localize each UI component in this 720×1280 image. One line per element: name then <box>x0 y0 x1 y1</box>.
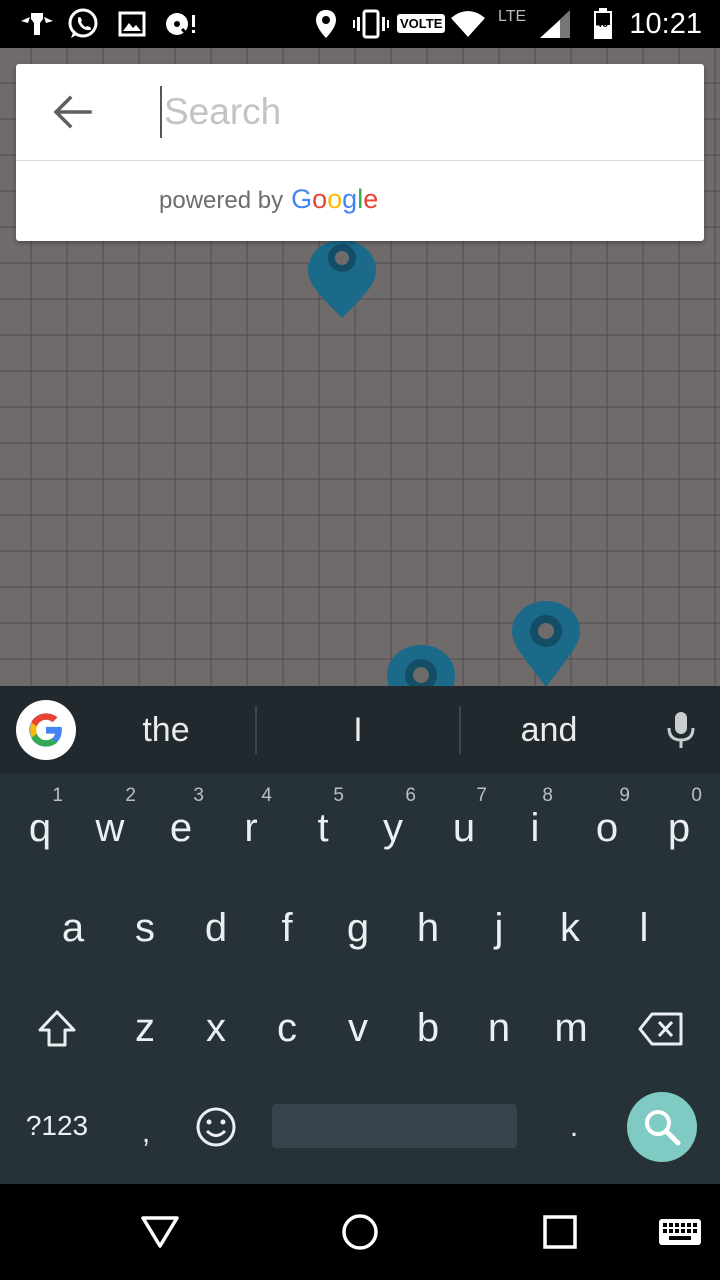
search-input[interactable] <box>160 86 684 138</box>
clock: 10:21 <box>629 8 702 40</box>
microphone-icon[interactable] <box>664 710 698 750</box>
status-bar: VOLTE LTE 40 10:21 <box>0 0 720 48</box>
key-h[interactable]: h <box>413 908 443 948</box>
map-pin-icon[interactable] <box>509 599 583 686</box>
location-icon <box>314 8 338 40</box>
network-type: LTE <box>498 8 527 25</box>
key-k[interactable]: k <box>555 908 585 948</box>
key-p[interactable]: p0 <box>664 786 702 848</box>
map-pin-icon[interactable] <box>384 643 458 686</box>
battery-level: 40 <box>596 18 609 30</box>
music-icon <box>162 8 198 40</box>
gallery-icon <box>118 8 146 40</box>
suggestion-2[interactable]: I <box>257 686 459 774</box>
whatsapp-icon <box>66 8 100 40</box>
key-e[interactable]: e3 <box>166 786 204 848</box>
suggestion-strip: the I and <box>0 686 720 774</box>
key-g[interactable]: g <box>343 908 373 948</box>
shift-icon[interactable] <box>36 1008 78 1050</box>
recents-icon[interactable] <box>541 1212 579 1252</box>
key-u[interactable]: u7 <box>449 786 487 848</box>
key-j[interactable]: j <box>489 908 509 948</box>
emoji-icon[interactable] <box>195 1106 237 1148</box>
key-c[interactable]: c <box>272 1008 302 1048</box>
usb-debug-icon <box>18 8 56 40</box>
wifi-icon <box>450 8 486 40</box>
key-n[interactable]: n <box>484 1008 514 1048</box>
space-bar[interactable] <box>272 1104 517 1148</box>
key-m[interactable]: m <box>551 1008 591 1048</box>
key-o[interactable]: o9 <box>592 786 630 848</box>
key-r[interactable]: r4 <box>238 786 272 848</box>
back-arrow-icon[interactable] <box>50 92 94 132</box>
soft-keyboard: the I and q1 w2 e3 r4 t5 y6 u7 i8 o9 p0 … <box>0 686 720 1184</box>
key-t[interactable]: t5 <box>310 786 344 848</box>
key-d[interactable]: d <box>201 908 231 948</box>
key-w[interactable]: w2 <box>92 786 136 848</box>
period-key[interactable]: . <box>564 1112 584 1142</box>
search-icon <box>645 1110 681 1146</box>
key-s[interactable]: s <box>130 908 160 948</box>
home-icon[interactable] <box>340 1212 380 1252</box>
powered-by-google: powered by Google <box>159 184 378 215</box>
signal-icon <box>538 8 572 40</box>
key-y[interactable]: y6 <box>378 786 416 848</box>
google-g-icon <box>29 713 62 747</box>
navigation-bar <box>0 1184 720 1280</box>
google-button[interactable] <box>16 700 76 760</box>
google-logo: Google <box>291 184 379 214</box>
backspace-icon[interactable] <box>638 1012 684 1046</box>
comma-key[interactable]: , <box>136 1118 156 1148</box>
key-f[interactable]: f <box>274 908 300 948</box>
keyboard-switch-icon[interactable] <box>658 1218 702 1248</box>
powered-by-label: powered by <box>159 187 284 214</box>
vibrate-icon <box>352 8 390 40</box>
key-i[interactable]: i8 <box>525 786 553 848</box>
search-row <box>16 64 704 161</box>
key-a[interactable]: a <box>58 908 88 948</box>
key-v[interactable]: v <box>343 1008 373 1048</box>
key-l[interactable]: l <box>634 908 654 948</box>
place-search-card: powered by Google <box>16 64 704 241</box>
map-pin-icon[interactable] <box>305 238 379 320</box>
search-action-button[interactable] <box>627 1092 697 1162</box>
symbols-key[interactable]: ?123 <box>20 1112 94 1140</box>
suggestion-1[interactable]: the <box>78 686 254 774</box>
key-b[interactable]: b <box>413 1008 443 1048</box>
volte-badge: VOLTE <box>397 14 446 33</box>
back-icon[interactable] <box>140 1212 180 1252</box>
suggestion-3[interactable]: and <box>461 686 637 774</box>
key-q[interactable]: q1 <box>25 786 63 848</box>
key-x[interactable]: x <box>201 1008 231 1048</box>
key-z[interactable]: z <box>130 1008 160 1048</box>
